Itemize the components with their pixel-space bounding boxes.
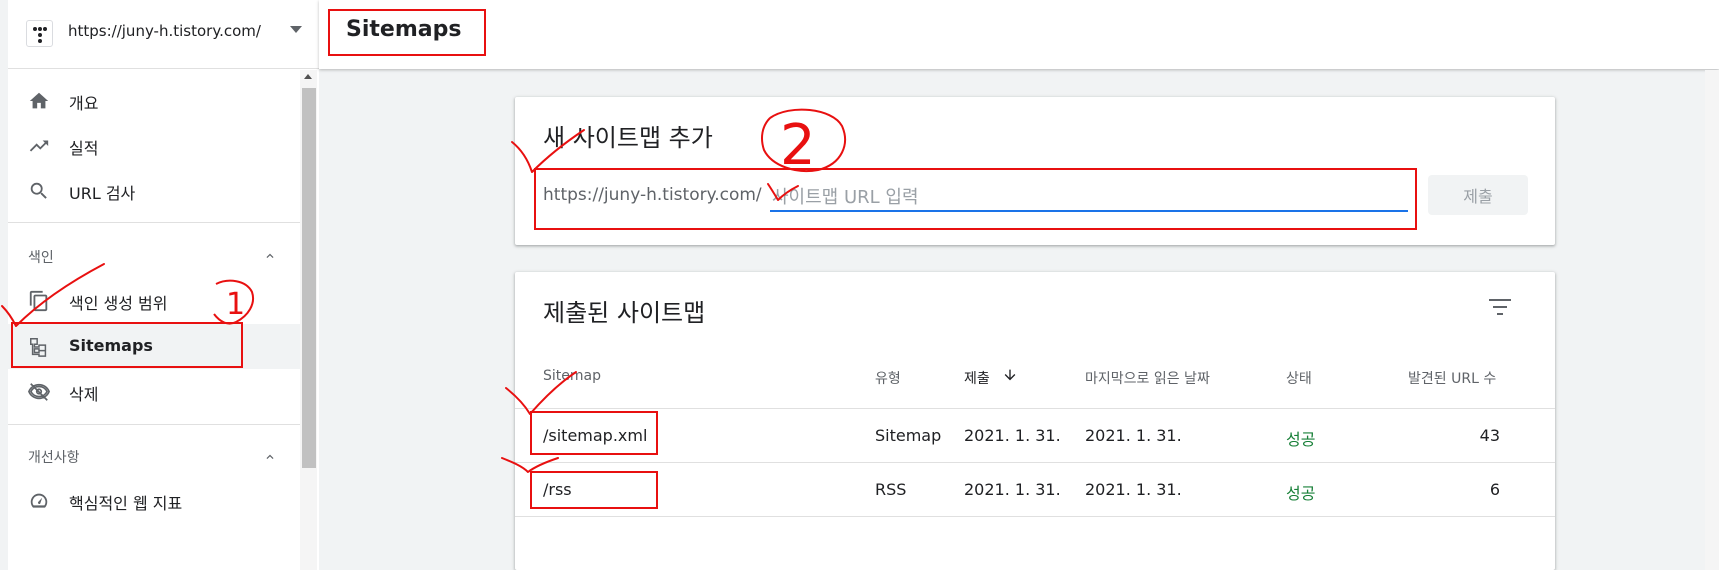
- eye-off-icon: [28, 383, 50, 401]
- search-icon: [30, 182, 47, 199]
- nav-item-overview[interactable]: 개요: [8, 78, 300, 123]
- cell-submitted: 2021. 1. 31.: [964, 426, 1061, 445]
- nav-item-label: URL 검사: [69, 184, 136, 203]
- nav-item-core-web-vitals[interactable]: 핵심적인 웹 지표: [8, 478, 300, 523]
- nav-item-coverage[interactable]: 색인 생성 범위: [8, 278, 300, 323]
- gauge-icon: [30, 493, 48, 508]
- sitemap-url-input[interactable]: [770, 184, 1408, 212]
- sitemap-url-prefix: https://juny-h.tistory.com/: [543, 185, 762, 205]
- cell-sitemap: /sitemap.xml: [543, 426, 648, 445]
- nav-item-label: 삭제: [69, 385, 99, 404]
- sidebar-divider: [8, 424, 300, 425]
- scroll-up-arrow-icon[interactable]: [304, 74, 312, 79]
- cell-submitted: 2021. 1. 31.: [964, 480, 1061, 499]
- sitemap-icon: [30, 338, 47, 357]
- cell-status: 성공: [1286, 430, 1316, 449]
- chevron-up-icon[interactable]: [263, 249, 277, 263]
- sidebar-scrollbar-thumb[interactable]: [302, 88, 316, 468]
- cell-sitemap: /rss: [543, 480, 572, 499]
- cell-type: RSS: [875, 480, 907, 499]
- submit-button[interactable]: 제출: [1428, 175, 1528, 215]
- section-label-index: 색인: [28, 250, 54, 266]
- property-url: https://juny-h.tistory.com/: [68, 22, 261, 40]
- nav-item-performance[interactable]: 실적: [8, 123, 300, 168]
- nav-item-url-inspection[interactable]: URL 검사: [8, 168, 300, 213]
- cell-last-read: 2021. 1. 31.: [1085, 426, 1182, 445]
- submitted-sitemaps-title: 제출된 사이트맵: [543, 299, 706, 327]
- arrow-down-icon[interactable]: [1002, 367, 1018, 383]
- nav-item-label: Sitemaps: [69, 336, 153, 355]
- nav-item-removals[interactable]: 삭제: [8, 369, 300, 414]
- filter-icon[interactable]: [1488, 298, 1512, 316]
- column-header-sitemap[interactable]: Sitemap: [543, 368, 601, 384]
- nav-item-sitemaps[interactable]: Sitemaps: [8, 324, 300, 369]
- sidebar: https://juny-h.tistory.com/ 개요 실적 URL 검사…: [8, 0, 319, 570]
- column-header-urls[interactable]: 발견된 URL 수: [1408, 368, 1496, 388]
- column-header-submitted[interactable]: 제출: [964, 368, 990, 388]
- tistory-logo-icon: [26, 20, 53, 47]
- cell-last-read: 2021. 1. 31.: [1085, 480, 1182, 499]
- home-icon: [29, 92, 49, 109]
- trending-up-icon: [29, 140, 49, 152]
- table-divider: [515, 516, 1555, 517]
- page-title: Sitemaps: [346, 17, 462, 42]
- column-header-type[interactable]: 유형: [875, 368, 901, 388]
- sidebar-divider: [8, 222, 300, 223]
- column-header-status[interactable]: 상태: [1286, 368, 1312, 388]
- cell-status: 성공: [1286, 484, 1316, 503]
- nav-item-label: 실적: [69, 139, 99, 158]
- property-selector[interactable]: https://juny-h.tistory.com/: [8, 0, 319, 69]
- chevron-up-icon[interactable]: [263, 450, 277, 464]
- cell-urls: 6: [1489, 480, 1500, 499]
- top-bar: [319, 0, 1719, 69]
- section-label-enhancements: 개선사항: [28, 450, 80, 466]
- add-sitemap-title: 새 사이트맵 추가: [543, 124, 713, 152]
- nav-item-label: 색인 생성 범위: [69, 294, 168, 313]
- column-header-last-read[interactable]: 마지막으로 읽은 날짜: [1085, 368, 1210, 388]
- main-scrollbar[interactable]: [1705, 70, 1719, 570]
- nav-item-label: 핵심적인 웹 지표: [69, 494, 183, 513]
- cell-type: Sitemap: [875, 426, 942, 445]
- copy-icon: [29, 290, 48, 312]
- caret-down-icon: [290, 26, 302, 33]
- cell-urls: 43: [1479, 426, 1500, 445]
- nav-item-label: 개요: [69, 94, 99, 113]
